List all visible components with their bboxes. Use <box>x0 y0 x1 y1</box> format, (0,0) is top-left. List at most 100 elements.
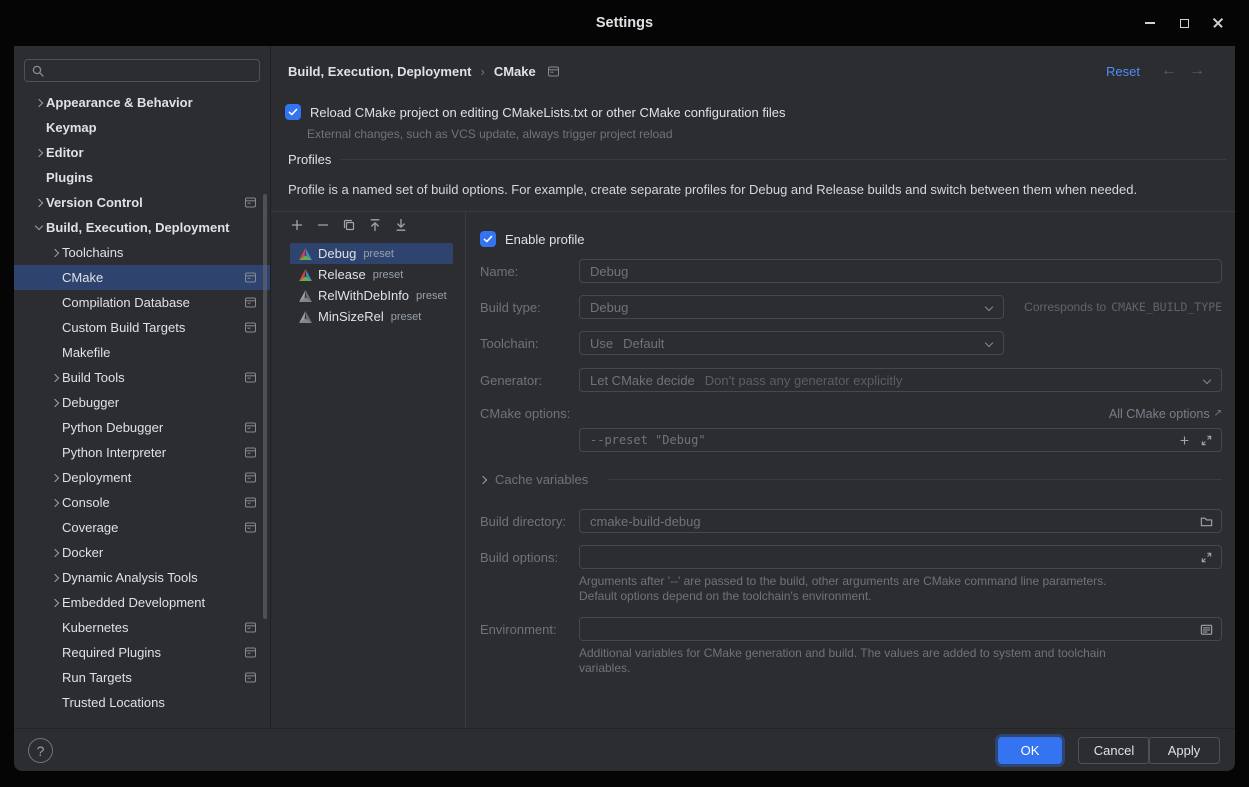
back-arrow-icon[interactable]: ← <box>1161 58 1177 84</box>
reset-link[interactable]: Reset <box>1106 58 1140 84</box>
build-options-row: Build options: <box>480 545 1222 569</box>
sidebar-item-dynamic-analysis-tools[interactable]: Dynamic Analysis Tools <box>14 565 270 590</box>
sidebar-item-required-plugins[interactable]: Required Plugins <box>14 640 270 665</box>
build-options-hint-1: Arguments after '--' are passed to the b… <box>579 574 1107 589</box>
maximize-button[interactable] <box>1177 16 1191 30</box>
forward-arrow-icon[interactable]: → <box>1189 58 1205 84</box>
copy-profile-button[interactable] <box>341 217 357 233</box>
settings-search-box[interactable] <box>24 59 260 82</box>
sidebar-item-version-control[interactable]: Version Control <box>14 190 270 215</box>
chevron-right-icon <box>479 475 487 483</box>
help-button[interactable]: ? <box>28 738 53 763</box>
profile-item-minsizerel[interactable]: MinSizeRelpreset <box>290 306 453 327</box>
environment-field[interactable] <box>579 617 1222 641</box>
sidebar-item-compilation-database[interactable]: Compilation Database <box>14 290 270 315</box>
breadcrumb-parent[interactable]: Build, Execution, Deployment <box>288 64 471 79</box>
sidebar-item-label: Dynamic Analysis Tools <box>62 570 198 585</box>
browse-folder-button[interactable] <box>1199 514 1214 529</box>
profile-item-debug[interactable]: Debugpreset <box>290 243 453 264</box>
sidebar-item-appearance-behavior[interactable]: Appearance & Behavior <box>14 90 270 115</box>
sidebar-item-toolchains[interactable]: Toolchains <box>14 240 270 265</box>
chevron-right-icon[interactable] <box>51 573 59 581</box>
cmake-options-label: CMake options: <box>480 406 570 421</box>
chevron-right-icon[interactable] <box>51 498 59 506</box>
name-field[interactable]: Debug <box>579 259 1222 283</box>
chevron-right-icon[interactable] <box>51 598 59 606</box>
expand-field-button[interactable] <box>1200 551 1213 564</box>
ok-button[interactable]: OK <box>998 737 1062 764</box>
sidebar-item-coverage[interactable]: Coverage <box>14 515 270 540</box>
all-cmake-options-link[interactable]: All CMake options ↗ <box>1109 407 1222 421</box>
minimize-button[interactable] <box>1143 16 1157 30</box>
toolchain-select[interactable]: Use Default <box>579 331 1004 355</box>
cancel-button[interactable]: Cancel <box>1078 737 1150 764</box>
sidebar-item-label: Build, Execution, Deployment <box>46 220 229 235</box>
chevron-right-icon[interactable] <box>35 148 43 156</box>
sidebar-item-cmake[interactable]: CMake <box>14 265 270 290</box>
expand-field-button[interactable] <box>1200 434 1213 447</box>
generator-select[interactable]: Let CMake decide Don't pass any generato… <box>579 368 1222 392</box>
sidebar-item-console[interactable]: Console <box>14 490 270 515</box>
sidebar-item-label: Editor <box>46 145 84 160</box>
move-down-button[interactable] <box>393 217 409 233</box>
sidebar-item-debugger[interactable]: Debugger <box>14 390 270 415</box>
settings-sidebar: Appearance & BehaviorKeymap Editor Plugins… <box>14 46 271 728</box>
close-button[interactable] <box>1211 16 1225 30</box>
sidebar-item-python-debugger[interactable]: Python Debugger <box>14 415 270 440</box>
chevron-right-icon[interactable] <box>51 398 59 406</box>
editor-config-icon <box>244 421 257 434</box>
chevron-down-icon[interactable] <box>35 222 43 230</box>
sidebar-item-keymap[interactable]: Keymap <box>14 115 270 140</box>
settings-content: Build, Execution, Deployment › CMake Res… <box>271 46 1235 728</box>
indent-spacer <box>48 640 62 665</box>
editor-config-icon <box>244 646 257 659</box>
profile-item-relwithdebinfo[interactable]: RelWithDebInfopreset <box>290 285 453 306</box>
add-profile-button[interactable] <box>289 217 305 233</box>
chevron-right-icon[interactable] <box>51 473 59 481</box>
dialog-footer: ? OK Cancel Apply <box>14 728 1235 771</box>
chevron-right-icon[interactable] <box>51 248 59 256</box>
sidebar-item-python-interpreter[interactable]: Python Interpreter <box>14 440 270 465</box>
sidebar-item-kubernetes[interactable]: Kubernetes <box>14 615 270 640</box>
sidebar-item-plugins[interactable]: Plugins <box>14 165 270 190</box>
add-option-button[interactable] <box>1178 434 1191 447</box>
sidebar-scrollbar[interactable] <box>263 194 267 619</box>
sidebar-item-custom-build-targets[interactable]: Custom Build Targets <box>14 315 270 340</box>
indent-spacer <box>48 340 62 365</box>
build-directory-field[interactable]: cmake-build-debug <box>579 509 1222 533</box>
sidebar-item-deployment[interactable]: Deployment <box>14 465 270 490</box>
chevron-right-icon[interactable] <box>51 548 59 556</box>
build-type-note-text: Corresponds to <box>1024 300 1106 314</box>
sidebar-item-trusted-locations[interactable]: Trusted Locations <box>14 690 270 715</box>
sidebar-item-docker[interactable]: Docker <box>14 540 270 565</box>
enable-profile-checkbox[interactable] <box>480 231 496 247</box>
build-options-field[interactable] <box>579 545 1222 569</box>
cmake-options-field[interactable]: --preset "Debug" <box>579 428 1222 452</box>
chevron-right-icon[interactable] <box>35 98 43 106</box>
apply-button[interactable]: Apply <box>1148 737 1220 764</box>
remove-profile-button[interactable] <box>315 217 331 233</box>
indent-spacer <box>48 665 62 690</box>
profile-item-release[interactable]: Releasepreset <box>290 264 453 285</box>
browse-variables-button[interactable] <box>1199 622 1214 637</box>
build-type-select[interactable]: Debug <box>579 295 1004 319</box>
editor-config-icon <box>244 471 257 484</box>
cache-variables-section[interactable]: Cache variables <box>480 472 1222 487</box>
enable-profile-row: Enable profile <box>480 231 585 247</box>
move-up-button[interactable] <box>367 217 383 233</box>
profile-name: Debug <box>318 246 356 261</box>
chevron-right-icon[interactable] <box>35 198 43 206</box>
sidebar-item-build-execution-deployment[interactable]: Build, Execution, Deployment <box>14 215 270 240</box>
chevron-right-icon[interactable] <box>51 373 59 381</box>
reload-checkbox[interactable] <box>285 104 301 120</box>
cmake-profile-icon <box>299 248 312 260</box>
sidebar-item-build-tools[interactable]: Build Tools <box>14 365 270 390</box>
sidebar-item-embedded-development[interactable]: Embedded Development <box>14 590 270 615</box>
editor-config-icon <box>244 521 257 534</box>
search-input[interactable] <box>49 63 239 78</box>
sidebar-item-makefile[interactable]: Makefile <box>14 340 270 365</box>
sidebar-item-label: Toolchains <box>62 245 123 260</box>
sidebar-item-editor[interactable]: Editor <box>14 140 270 165</box>
sidebar-item-run-targets[interactable]: Run Targets <box>14 665 270 690</box>
editor-config-icon <box>244 196 257 209</box>
